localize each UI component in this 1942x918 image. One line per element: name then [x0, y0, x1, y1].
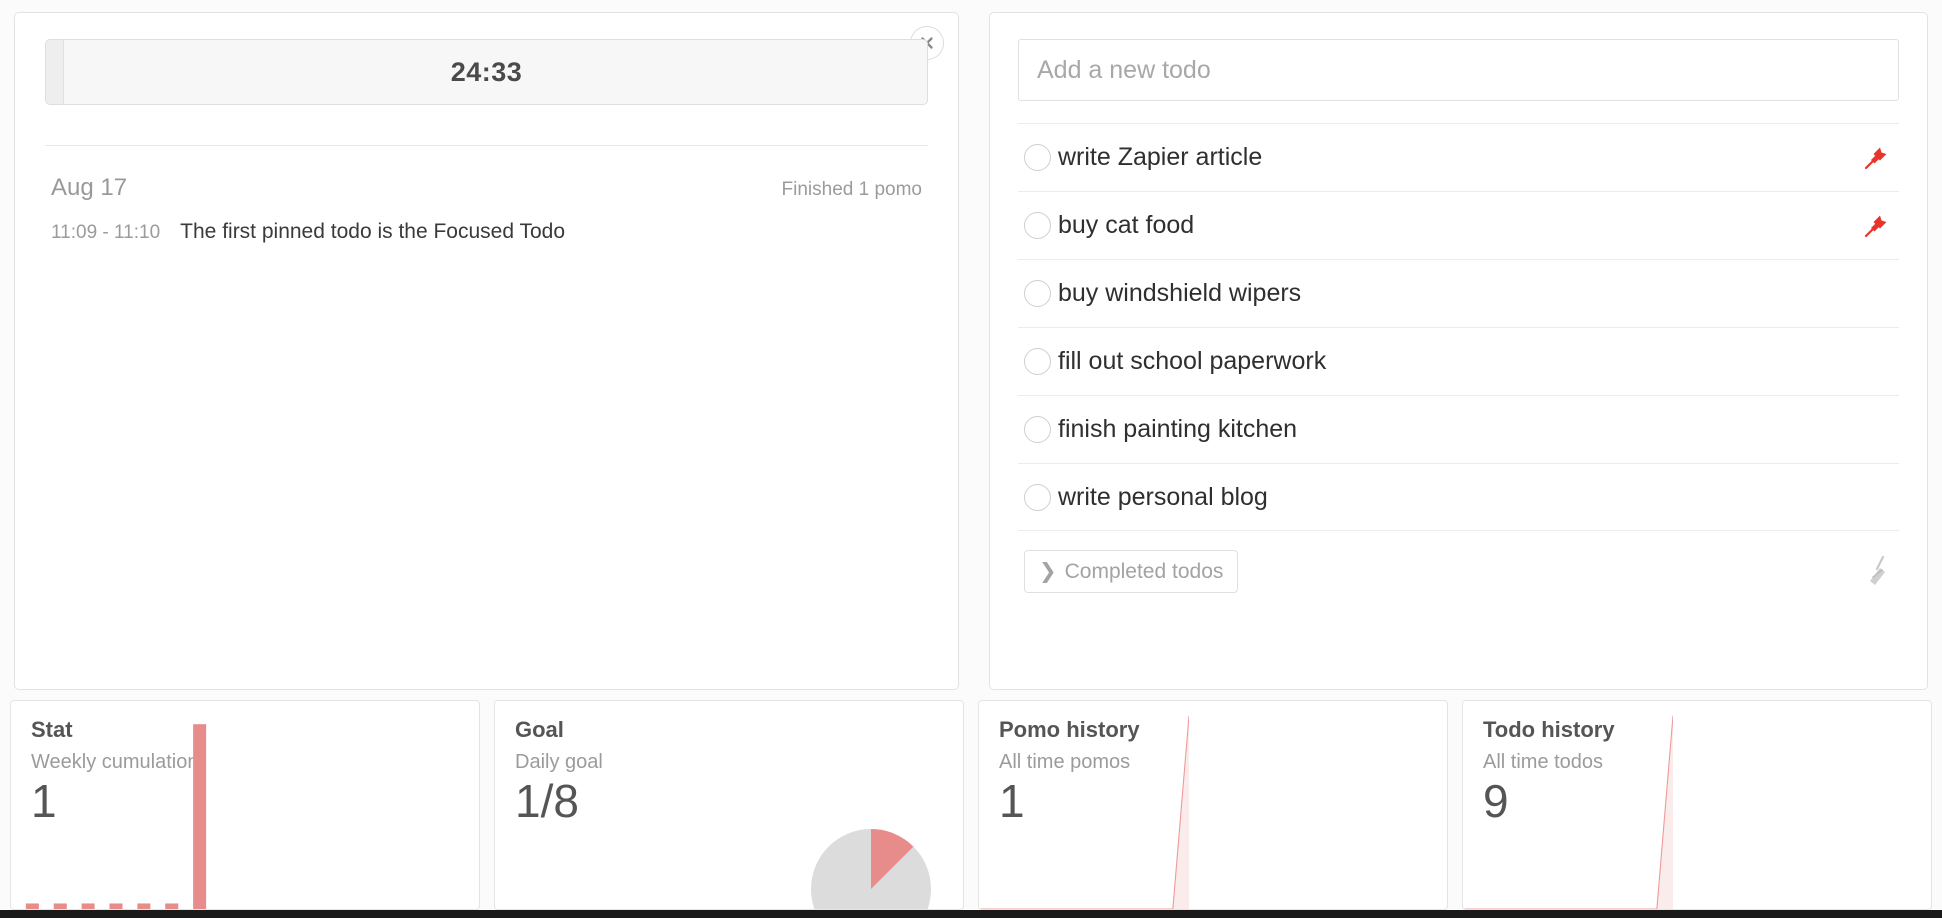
todo-label: fill out school paperwork [1058, 347, 1861, 376]
todo-item[interactable]: write Zapier article [1018, 123, 1899, 191]
stat-card-line[interactable]: Pomo history All time pomos1 [978, 700, 1448, 910]
card-value: 1 [999, 776, 1427, 827]
card-title: Pomo history [999, 717, 1427, 743]
stat-cards-row: StatWeekly cumulation1GoalDaily goal1/8P… [0, 700, 1942, 910]
history-date: Aug 17 [51, 174, 127, 202]
card-subtitle: All time todos [1483, 751, 1911, 774]
stat-card-line[interactable]: Todo history All time todos9 [1462, 700, 1932, 910]
todo-checkbox[interactable] [1024, 280, 1051, 307]
todo-list: write Zapier article buy cat food buy wind… [1018, 123, 1899, 531]
completed-todos-label: Completed todos [1065, 560, 1224, 584]
pomodoro-app: 24:33 Aug 17 Finished 1 pomo 11:09 - 11:… [0, 0, 1942, 918]
todo-item[interactable]: write personal blog [1018, 463, 1899, 531]
chevron-right-icon: ❯ [1039, 559, 1057, 584]
entry-time-range: 11:09 - 11:10 [51, 222, 160, 244]
timer-progress-bar[interactable]: 24:33 [45, 39, 928, 105]
todo-label: write Zapier article [1058, 143, 1861, 172]
todo-checkbox[interactable] [1024, 416, 1051, 443]
todo-label: buy windshield wipers [1058, 279, 1861, 308]
card-subtitle: All time pomos [999, 751, 1427, 774]
todo-label: buy cat food [1058, 211, 1861, 240]
card-title: Todo history [1483, 717, 1911, 743]
todo-footer: ❯ Completed todos [1018, 550, 1899, 593]
todo-checkbox[interactable] [1024, 484, 1051, 511]
todo-checkbox[interactable] [1024, 348, 1051, 375]
pin-icon[interactable] [1861, 143, 1891, 173]
stat-card-pie[interactable]: Goal Daily goal1/8 [494, 700, 964, 910]
card-title: Stat [31, 717, 459, 743]
todo-label: finish painting kitchen [1058, 415, 1861, 444]
card-subtitle: Weekly cumulation [31, 751, 459, 774]
pin-icon[interactable] [1861, 211, 1891, 241]
todo-checkbox[interactable] [1024, 212, 1051, 239]
card-subtitle: Daily goal [515, 751, 943, 774]
window-edge [0, 910, 1942, 918]
timer-panel: 24:33 Aug 17 Finished 1 pomo 11:09 - 11:… [14, 12, 959, 690]
card-value: 1/8 [515, 776, 943, 827]
todo-label: write personal blog [1058, 483, 1861, 512]
pie-chart [811, 829, 931, 910]
todo-panel: write Zapier article buy cat food buy wind… [989, 12, 1928, 690]
entry-title: The first pinned todo is the Focused Tod… [180, 220, 565, 244]
pomo-history-entry[interactable]: 11:09 - 11:10 The first pinned todo is t… [45, 220, 928, 244]
todo-item[interactable]: fill out school paperwork [1018, 327, 1899, 395]
timer-progress-fill [46, 40, 64, 104]
card-value: 1 [31, 776, 459, 827]
history-finished-count: Finished 1 pomo [782, 179, 922, 201]
todo-item[interactable]: buy windshield wipers [1018, 259, 1899, 327]
todo-item[interactable]: buy cat food [1018, 191, 1899, 259]
broom-icon[interactable] [1863, 555, 1893, 589]
stat-card-bar[interactable]: Stat Weekly cumulation1 [10, 700, 480, 910]
panel-divider [45, 145, 928, 146]
todo-item[interactable]: finish painting kitchen [1018, 395, 1899, 463]
completed-todos-button[interactable]: ❯ Completed todos [1024, 550, 1238, 593]
card-title: Goal [515, 717, 943, 743]
pomo-history-header: Aug 17 Finished 1 pomo [45, 174, 928, 202]
new-todo-input[interactable] [1018, 39, 1899, 101]
top-row: 24:33 Aug 17 Finished 1 pomo 11:09 - 11:… [0, 0, 1942, 690]
todo-checkbox[interactable] [1024, 144, 1051, 171]
timer-display: 24:33 [451, 57, 523, 88]
card-value: 9 [1483, 776, 1911, 827]
